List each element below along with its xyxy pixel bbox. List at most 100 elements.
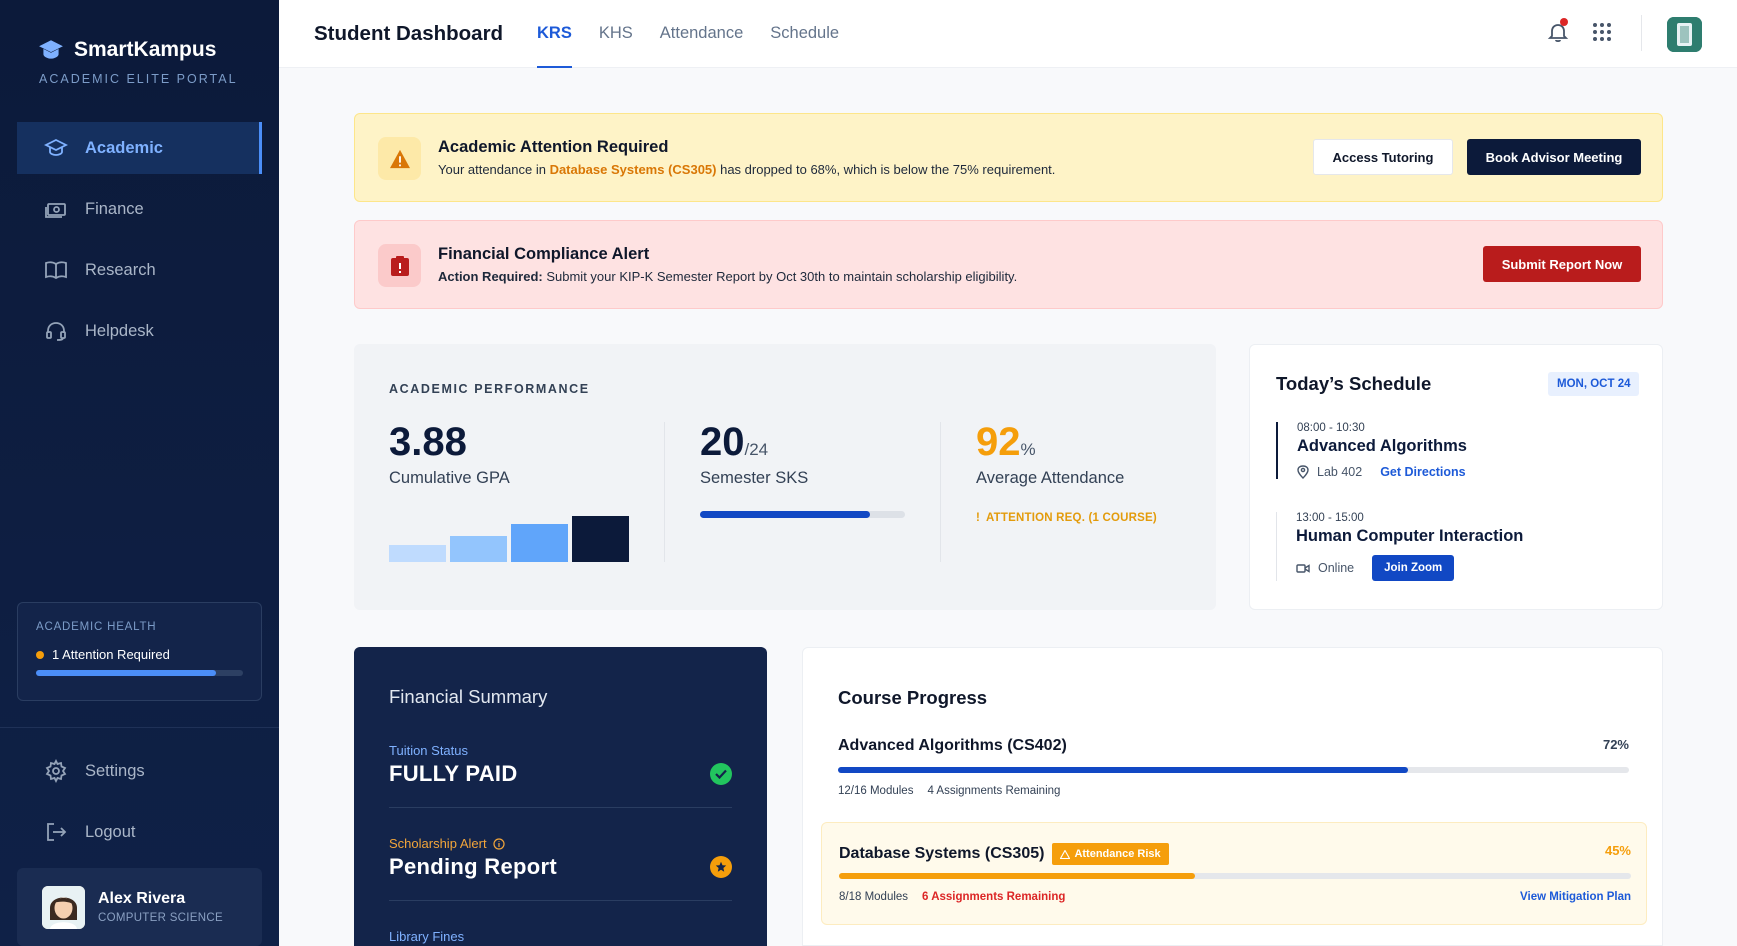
status-dot [36, 650, 44, 659]
gpa-label: Cumulative GPA [389, 469, 510, 487]
view-mitigation-plan-link[interactable]: View Mitigation Plan [1520, 891, 1631, 903]
course-assignments: 6 Assignments Remaining [922, 891, 1066, 903]
sidebar-item-label: Research [85, 260, 156, 279]
sidebar-item-logout[interactable]: Logout [17, 806, 262, 858]
warning-icon [1060, 849, 1071, 859]
course-name: Database Systems (CS305) [839, 845, 1045, 862]
financial-summary-card: Financial Summary Tuition Status FULLY P… [354, 647, 767, 946]
divider [1641, 15, 1642, 51]
sks-total: /24 [744, 440, 769, 459]
course-progress-bar [839, 873, 1631, 879]
gpa-history-bar [450, 536, 507, 562]
alert-title: Academic Attention Required [438, 138, 669, 156]
gpa-history-bar [389, 545, 446, 562]
sidebar-nav: Academic Finance Research Helpdesk [17, 122, 262, 366]
divider [940, 422, 941, 562]
brand[interactable]: SmartKampus [38, 38, 216, 62]
top-bar: Student Dashboard KRS KHS Attendance Sch… [279, 0, 1737, 68]
academic-health-card: ACADEMIC HEALTH 1 Attention Required [17, 602, 262, 701]
alert-message: Your attendance in Database Systems (CS3… [438, 162, 1055, 177]
notification-dot [1560, 18, 1568, 26]
course-modules: 12/16 Modules [838, 785, 914, 797]
health-status: 1 Attention Required [52, 647, 170, 662]
join-zoom-button[interactable]: Join Zoom [1372, 555, 1455, 581]
alert-title: Financial Compliance Alert [438, 245, 650, 263]
user-profile-card[interactable]: Alex Rivera COMPUTER SCIENCE [17, 868, 262, 946]
course-name: Advanced Algorithms (CS402) [838, 737, 1067, 754]
sidebar-item-label: Academic [85, 138, 163, 157]
logout-icon [47, 823, 67, 841]
alert-text-part: has dropped to 68%, which is below the 7… [716, 162, 1056, 177]
graduation-cap-icon [39, 40, 63, 59]
attendance-metric: 92% Average Attendance [976, 422, 1124, 488]
sidebar-item-finance[interactable]: Finance [17, 183, 262, 235]
scholarship-value: Pending Report [389, 854, 557, 879]
brand-name: SmartKampus [74, 38, 217, 61]
attendance-value: 92 [976, 420, 1021, 464]
apps-grid-icon[interactable] [1590, 20, 1614, 44]
academic-performance-card: ACADEMIC PERFORMANCE 3.88 Cumulative GPA… [354, 344, 1216, 610]
alert-clipboard-icon [378, 244, 421, 287]
schedule-item: 08:00 - 10:30 Advanced Algorithms Lab 40… [1276, 422, 1636, 479]
tab-krs[interactable]: KRS [537, 0, 572, 68]
warning-icon [378, 137, 421, 180]
tab-schedule[interactable]: Schedule [770, 0, 839, 68]
scholarship-alert-row: Scholarship Alert Pending Report [389, 836, 732, 901]
page-title: Student Dashboard [314, 22, 504, 45]
financial-summary-title: Financial Summary [389, 686, 548, 707]
tab-khs[interactable]: KHS [599, 0, 633, 68]
date-badge: MON, OCT 24 [1548, 372, 1640, 396]
schedule-course: Human Computer Interaction [1296, 527, 1524, 545]
sidebar-item-label: Logout [85, 822, 136, 841]
avatar [42, 885, 85, 929]
alert-text-part: Your attendance in [438, 162, 550, 177]
badge-label: Attendance Risk [1074, 848, 1161, 860]
course-progress-title: Course Progress [838, 687, 988, 708]
schedule-course: Advanced Algorithms [1297, 437, 1467, 455]
location-pin-icon [1297, 465, 1309, 479]
graduation-cap-icon [44, 138, 68, 156]
tab-attendance[interactable]: Attendance [660, 0, 743, 68]
video-icon [1296, 563, 1310, 573]
sks-progress-bar [700, 511, 905, 518]
attendance-risk-badge: Attendance Risk [1052, 843, 1169, 865]
sidebar-item-research[interactable]: Research [17, 244, 262, 296]
sidebar-item-helpdesk[interactable]: Helpdesk [17, 305, 262, 357]
sidebar-item-academic[interactable]: Academic [17, 122, 262, 174]
schedule-location: Lab 402 [1317, 465, 1363, 479]
gpa-value: 3.88 [389, 420, 467, 464]
course-item[interactable]: Advanced Algorithms (CS402) 72% 12/16 Mo… [838, 737, 1629, 797]
course-progress-fill [839, 873, 1196, 879]
check-circle-icon [710, 763, 732, 785]
get-directions-link[interactable]: Get Directions [1380, 465, 1465, 479]
course-item[interactable]: Database Systems (CS305) Attendance Risk… [839, 843, 1631, 903]
top-avatar[interactable] [1667, 17, 1702, 52]
divider [0, 727, 279, 728]
user-department: COMPUTER SCIENCE [98, 912, 223, 924]
gpa-history-bar [511, 524, 568, 562]
tab-bar: KRS KHS Attendance Schedule [537, 0, 839, 68]
divider [389, 807, 732, 808]
access-tutoring-button[interactable]: Access Tutoring [1313, 139, 1453, 175]
sidebar-item-settings[interactable]: Settings [17, 745, 262, 797]
course-risk-highlight: Database Systems (CS305) Attendance Risk… [821, 822, 1647, 925]
tuition-status-row: Tuition Status FULLY PAID [389, 743, 732, 808]
sidebar-bottom-nav: Settings Logout [17, 745, 262, 867]
course-link[interactable]: Database Systems (CS305) [550, 162, 717, 177]
attendance-warning: ! ATTENTION REQ. (1 COURSE) [976, 512, 1157, 524]
sks-value: 20 [700, 420, 745, 464]
star-icon [710, 856, 732, 878]
book-advisor-button[interactable]: Book Advisor Meeting [1467, 139, 1641, 175]
alert-strong: Action Required: [438, 269, 543, 284]
user-name: Alex Rivera [98, 890, 186, 907]
submit-report-button[interactable]: Submit Report Now [1483, 246, 1641, 282]
info-icon[interactable] [492, 837, 505, 850]
library-fines-row: Library Fines [389, 929, 732, 944]
course-modules: 8/18 Modules [839, 891, 909, 903]
health-progress-fill [36, 670, 217, 676]
sidebar-item-label: Settings [85, 761, 145, 780]
attendance-warning-text: ATTENTION REQ. (1 COURSE) [986, 512, 1157, 524]
course-percent: 72% [1602, 737, 1629, 752]
financial-compliance-alert: Financial Compliance Alert Action Requir… [354, 220, 1663, 309]
library-fines-label: Library Fines [389, 929, 465, 944]
